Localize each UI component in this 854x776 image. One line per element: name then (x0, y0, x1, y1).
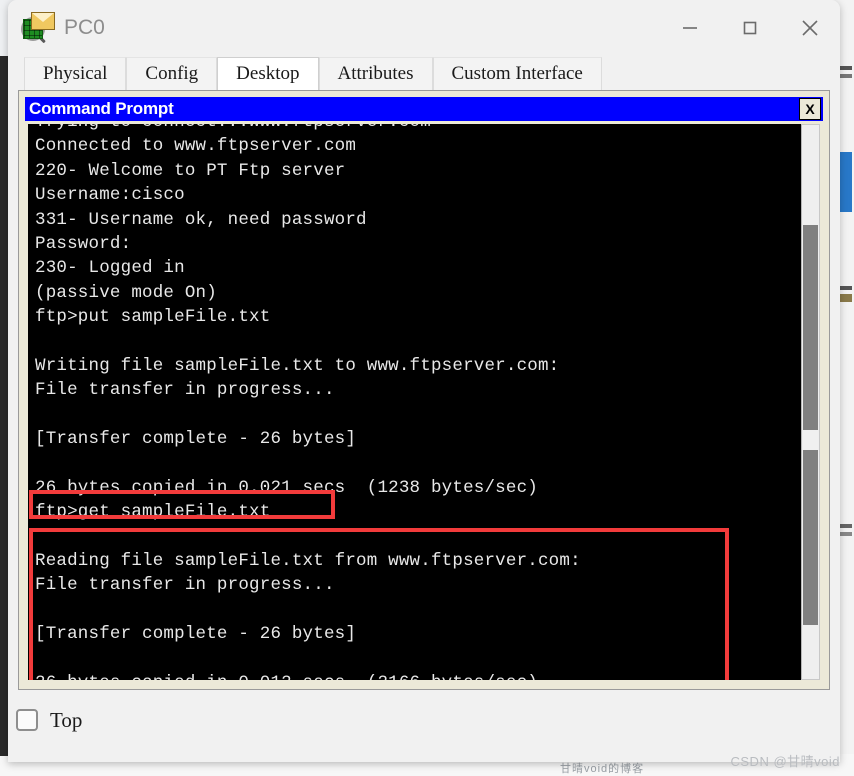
terminal-scrollbar[interactable] (801, 124, 820, 680)
terminal-line: 220- Welcome to PT Ftp server (35, 160, 346, 181)
terminal-line: [Transfer complete - 26 bytes] (35, 624, 357, 645)
terminal-line: 230- Logged in (35, 258, 185, 279)
terminal-line: (passive mode On) (35, 282, 217, 303)
command-prompt-title: Command Prompt (29, 99, 174, 118)
desktop-tab-panel: Command Prompt X Trying to connect...www… (18, 90, 830, 690)
window-controls (660, 0, 840, 56)
tab-config[interactable]: Config (126, 57, 218, 90)
terminal-line: 26 bytes copied in 0.021 secs (1238 byte… (35, 477, 538, 498)
terminal-line: ftp>put sampleFile.txt (35, 307, 271, 328)
terminal-line: Username:cisco (35, 185, 185, 206)
scrollbar-thumb[interactable] (803, 225, 818, 625)
terminal-line: Writing file sampleFile.txt to www.ftpse… (35, 355, 560, 376)
command-prompt-body: Trying to connect...www.ftpserver.com Con… (25, 121, 823, 683)
terminal-line: 331- Username ok, need password (35, 209, 367, 230)
terminal-line: File transfer in progress... (35, 380, 335, 401)
tab-custom-interface[interactable]: Custom Interface (432, 57, 602, 90)
device-tabs: Physical Config Desktop Attributes Custo… (8, 56, 840, 90)
terminal-line: File transfer in progress... (35, 575, 335, 596)
window-bottom-bar: Top (8, 690, 840, 750)
window-title: PC0 (64, 16, 105, 39)
background-item-3 (838, 286, 852, 290)
background-item-5 (838, 524, 852, 528)
background-item-6 (838, 532, 852, 536)
watermark: CSDN @甘晴void (730, 754, 840, 769)
maximize-button[interactable] (720, 0, 780, 56)
close-button[interactable] (780, 0, 840, 56)
terminal-line: 26 bytes copied in 0.012 secs (2166 byte… (35, 671, 801, 680)
top-checkbox-label: Top (50, 707, 83, 732)
terminal-line: ftp>get sampleFile.txt (35, 502, 271, 523)
terminal-line: Reading file sampleFile.txt from www.ftp… (35, 551, 581, 572)
tab-desktop[interactable]: Desktop (217, 57, 319, 90)
pc-device-window: PC0 Physical Config Desktop Attributes C… (8, 0, 840, 762)
terminal-line: Trying to connect...www.ftpserver.com (35, 124, 801, 134)
tab-attributes[interactable]: Attributes (318, 57, 433, 90)
background-window-left-edge (0, 56, 8, 756)
top-checkbox[interactable] (16, 709, 38, 731)
tab-physical[interactable]: Physical (24, 57, 127, 90)
terminal-output-area[interactable]: Trying to connect...www.ftpserver.com Con… (28, 124, 801, 680)
background-item-1 (838, 66, 852, 70)
terminal-line: [Transfer complete - 26 bytes] (35, 429, 357, 450)
terminal-line: Connected to www.ftpserver.com (35, 136, 357, 157)
command-prompt-window: Command Prompt X Trying to connect...www… (25, 97, 823, 683)
scrollbar-thumb-notch (803, 430, 818, 450)
terminal-lines: Trying to connect...www.ftpserver.com Con… (35, 124, 801, 680)
window-title-bar: PC0 (8, 0, 840, 56)
background-window-caption: 甘晴void的博客 (560, 763, 645, 775)
command-prompt-close-button[interactable]: X (799, 98, 821, 120)
command-prompt-title-bar: Command Prompt X (25, 97, 823, 121)
packet-tracer-icon (20, 11, 55, 45)
terminal-line: Password: (35, 233, 132, 254)
minimize-button[interactable] (660, 0, 720, 56)
background-item-2 (838, 74, 852, 78)
background-item-4 (838, 294, 852, 302)
envelope-icon (31, 12, 55, 30)
